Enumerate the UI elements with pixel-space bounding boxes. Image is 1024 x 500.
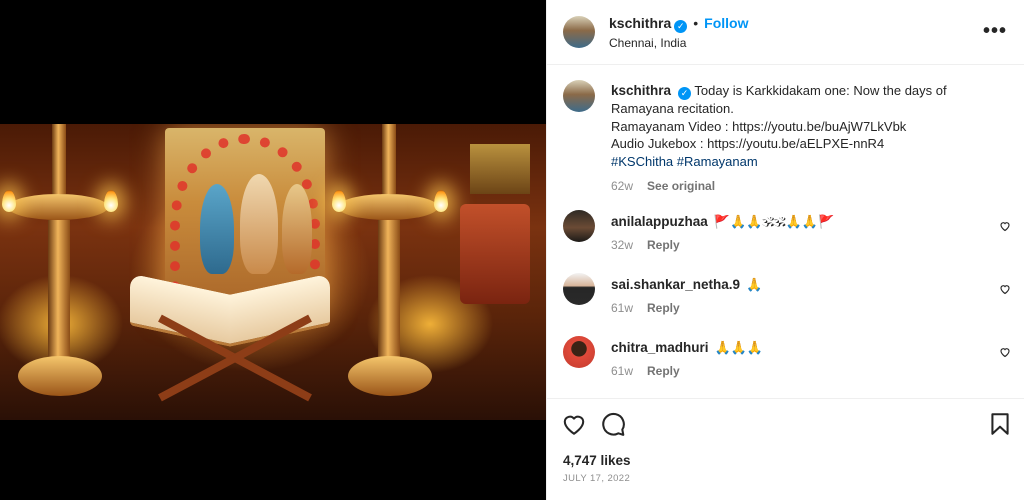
caption-hashtags[interactable]: #KSChitha #Ramayanam [611, 153, 1001, 171]
author-avatar[interactable] [563, 16, 595, 48]
caption-link-line: Audio Jukebox : https://youtu.be/aELPXE-… [611, 136, 885, 151]
post-header: kschithra ✓ • Follow Chennai, India ••• [547, 0, 1024, 65]
comment-username[interactable]: sai.shankar_netha.9 [611, 277, 740, 292]
lamp-flame [332, 190, 346, 212]
comment-username[interactable]: chitra_madhuri [611, 340, 709, 355]
like-heart-icon[interactable] [561, 411, 587, 437]
post-action-bar [547, 398, 1024, 448]
reply-button[interactable]: Reply [647, 238, 680, 252]
commenter-avatar[interactable] [563, 336, 595, 368]
deity-figure [282, 184, 312, 274]
caption-time[interactable]: 62w [611, 179, 633, 193]
caption-link-line: Ramayanam Video : https://youtu.be/buAjW… [611, 118, 907, 134]
lamp-flame [104, 190, 118, 212]
likes-count[interactable]: 4,747 likes [563, 453, 631, 468]
comment-time[interactable]: 61w [611, 364, 633, 378]
caption-text: kschithra ✓ Today is Karkkidakam one: Now… [611, 82, 1001, 196]
comment-time[interactable]: 61w [611, 301, 633, 315]
lamp-bowl [338, 194, 438, 220]
comment-username[interactable]: anilalappuzhaa [611, 214, 708, 229]
more-options-icon[interactable]: ••• [983, 20, 1007, 43]
author-username[interactable]: kschithra [609, 15, 671, 31]
lamp-stem [378, 220, 400, 360]
reply-button[interactable]: Reply [647, 301, 680, 315]
comment-time[interactable]: 32w [611, 238, 633, 252]
comment-item: anilalappuzhaa 🚩🙏🙏🕉🕉🙏🙏🚩 32w Reply [563, 210, 1013, 260]
lamp-bowl [8, 194, 108, 220]
lamp-top [382, 124, 396, 194]
lamp-base [18, 356, 102, 396]
follow-button[interactable]: Follow [704, 15, 748, 31]
side-picture [460, 204, 530, 304]
comment-text: 🙏 [746, 277, 763, 292]
author-avatar[interactable] [563, 80, 595, 112]
reply-button[interactable]: Reply [647, 364, 680, 378]
deity-figure [240, 174, 278, 274]
commenter-avatar[interactable] [563, 210, 595, 242]
caption-line: Today is Karkkidakam one: Now the days o… [694, 83, 947, 98]
post-photo[interactable] [0, 124, 546, 420]
comment-text: 🙏🙏🙏 [714, 340, 764, 355]
see-original-link[interactable]: See original [647, 179, 715, 193]
lamp-stem [48, 220, 70, 360]
lamp-base [348, 356, 432, 396]
side-picture [470, 144, 530, 194]
like-comment-heart-icon[interactable] [999, 346, 1011, 358]
separator-dot: • [693, 15, 699, 31]
comment-bubble-icon[interactable] [600, 411, 626, 437]
like-comment-heart-icon[interactable] [999, 283, 1011, 295]
deity-figure [200, 184, 234, 274]
post-date[interactable]: JULY 17, 2022 [563, 473, 630, 484]
post-location[interactable]: Chennai, India [609, 36, 686, 50]
comment-item: chitra_madhuri 🙏🙏🙏 61w Reply [563, 336, 1013, 386]
caption-line: Ramayana recitation. [611, 101, 734, 116]
lamp-flame [434, 190, 448, 212]
save-bookmark-icon[interactable] [987, 411, 1013, 437]
verified-badge-icon: ✓ [674, 20, 688, 33]
like-comment-heart-icon[interactable] [999, 220, 1011, 232]
commenter-avatar[interactable] [563, 273, 595, 305]
verified-badge-icon: ✓ [678, 87, 692, 100]
caption-username[interactable]: kschithra [611, 83, 671, 98]
post-details-panel: kschithra ✓ • Follow Chennai, India ••• ksc… [546, 0, 1024, 500]
lamp-top [52, 124, 66, 194]
comment-item: sai.shankar_netha.9 🙏 61w Reply [563, 273, 1013, 323]
lamp-flame [2, 190, 16, 212]
post-media [0, 0, 546, 500]
comment-text: 🚩🙏🙏🕉🕉🙏🙏🚩 [713, 214, 835, 229]
